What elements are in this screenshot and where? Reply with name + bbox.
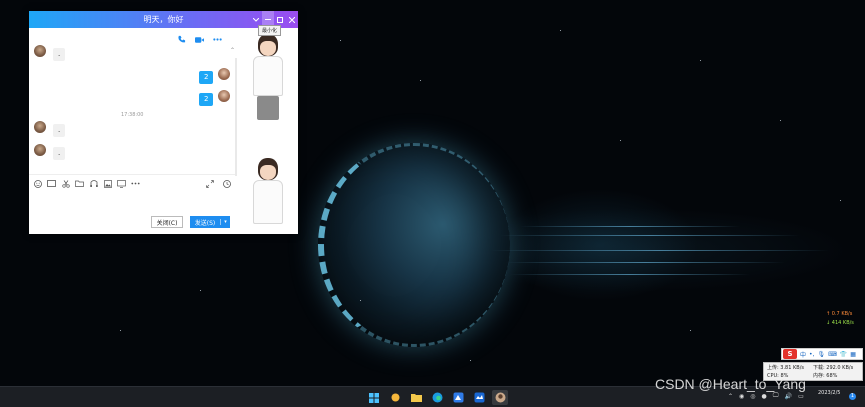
- keyboard-icon[interactable]: ⌨: [828, 351, 837, 358]
- skin-icon[interactable]: 👕: [840, 351, 847, 358]
- upload-speed: ↑ 0.7 KB/s: [826, 311, 853, 317]
- ime-toolbar[interactable]: S 中 •, 🎙 ⌨ 👕 ▦: [781, 348, 863, 360]
- weather-icon[interactable]: [387, 390, 403, 405]
- close-button[interactable]: [286, 11, 298, 28]
- star: [560, 30, 561, 31]
- send-label: 发送(S): [194, 219, 216, 227]
- grid-icon[interactable]: ▦: [850, 351, 856, 358]
- contact-character-image: [245, 34, 291, 134]
- star: [420, 80, 421, 81]
- scrollbar[interactable]: [235, 58, 237, 176]
- download-speed: ↓ 414 KB/s: [826, 320, 854, 326]
- chevron-down-icon[interactable]: ▾: [220, 219, 230, 225]
- message-bubble: .: [53, 48, 66, 61]
- close-chat-button[interactable]: 关闭(C): [151, 216, 183, 228]
- notification-badge[interactable]: 1: [849, 393, 856, 400]
- star: [690, 330, 691, 331]
- star: [120, 330, 121, 331]
- network-icon[interactable]: 🖵: [773, 392, 779, 400]
- scroll-up-icon[interactable]: ⌃: [230, 47, 235, 54]
- my-character-image: [245, 158, 291, 228]
- star: [340, 40, 341, 41]
- chat-window: 明天，你好 . 2 2 17:38:00 . . ⌃ 关闭(C) 发送(S) ▾: [29, 11, 298, 234]
- maximize-icon: [277, 16, 283, 23]
- contact-show-panel: [239, 28, 298, 234]
- microphone-icon[interactable]: 🎙: [817, 351, 825, 358]
- minimize-icon: [265, 18, 271, 20]
- windows-start-icon[interactable]: [366, 390, 382, 405]
- watermark: CSDN @Heart_to_Yang: [655, 376, 806, 392]
- star: [780, 120, 781, 121]
- tray-app-icon[interactable]: ◉: [739, 393, 744, 400]
- picture-icon[interactable]: [103, 179, 112, 188]
- punctuation-icon[interactable]: •,: [809, 351, 814, 358]
- sysmon-memory: 内存: 68%: [813, 373, 838, 379]
- star: [200, 290, 201, 291]
- battery-icon[interactable]: ▭: [798, 393, 804, 400]
- contact-avatar[interactable]: [34, 121, 46, 133]
- message-bubble: 2: [199, 71, 214, 84]
- message-bubble: .: [53, 147, 66, 160]
- light-streak: [500, 235, 800, 236]
- taskbar-clock[interactable]: 2023/2/5: [818, 389, 840, 397]
- light-streak: [510, 274, 750, 275]
- expand-icon[interactable]: [205, 179, 214, 188]
- ime-logo[interactable]: S: [783, 349, 797, 359]
- chat-app-icon[interactable]: [492, 390, 508, 405]
- contact-avatar[interactable]: [34, 144, 46, 156]
- music-icon[interactable]: [89, 179, 98, 188]
- message-timestamp: 17:38:00: [121, 112, 144, 118]
- star: [360, 300, 361, 301]
- screen-icon[interactable]: [117, 179, 126, 188]
- contact-avatar[interactable]: [34, 45, 46, 57]
- folder-icon[interactable]: [75, 179, 84, 188]
- light-streak: [490, 250, 830, 251]
- chevron-up-icon[interactable]: ⌃: [728, 393, 733, 400]
- app-icon-1[interactable]: [450, 390, 466, 405]
- app-icon-2[interactable]: [471, 390, 487, 405]
- scissors-icon[interactable]: [61, 179, 70, 188]
- minimize-tooltip: 最小化: [258, 25, 282, 36]
- my-avatar[interactable]: [218, 68, 230, 80]
- light-streak: [520, 226, 740, 227]
- edge-icon[interactable]: [429, 390, 445, 405]
- close-icon: [289, 16, 295, 23]
- star: [620, 140, 621, 141]
- my-avatar[interactable]: [218, 90, 230, 102]
- ime-mode[interactable]: 中: [800, 350, 806, 359]
- tray-app-icon[interactable]: ◎: [750, 393, 755, 400]
- emoji-icon[interactable]: [33, 179, 42, 188]
- star: [470, 360, 471, 361]
- send-button[interactable]: 发送(S) ▾: [190, 216, 230, 228]
- more-icon[interactable]: [131, 179, 140, 188]
- file-explorer-icon[interactable]: [408, 390, 424, 405]
- planet-glow: [318, 143, 510, 347]
- history-icon[interactable]: [222, 179, 231, 188]
- tray-app-icon[interactable]: ●: [762, 393, 767, 400]
- star: [840, 200, 841, 201]
- star: [700, 60, 701, 61]
- sysmon-upload: 上传: 3.81 KB/s: [767, 365, 804, 371]
- volume-icon[interactable]: 🔊: [785, 393, 792, 400]
- taskbar-date: 2023/2/5: [818, 390, 841, 396]
- message-bubble: 2: [199, 93, 214, 106]
- sysmon-download: 下载: 292.0 KB/s: [813, 365, 854, 371]
- gif-icon[interactable]: [47, 179, 56, 188]
- input-divider: [29, 174, 235, 175]
- message-list[interactable]: . 2 2 17:38:00 . .: [29, 41, 235, 176]
- message-bubble: .: [53, 124, 66, 137]
- light-streak: [505, 262, 785, 263]
